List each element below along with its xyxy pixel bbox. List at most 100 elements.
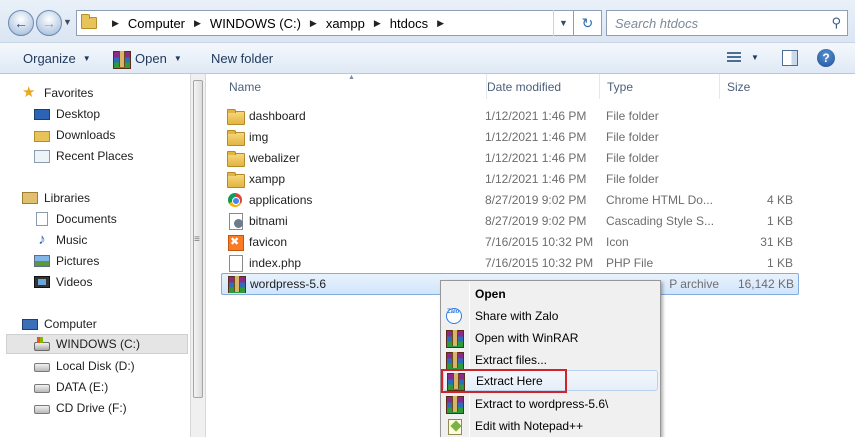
nav-computer[interactable]: Computer [22, 314, 182, 334]
file-type: Icon [606, 234, 629, 249]
nav-libraries[interactable]: Libraries [22, 188, 182, 208]
nav-item-windows-c[interactable]: WINDOWS (C:) [6, 334, 188, 354]
file-date: 7/16/2015 10:32 PM [485, 255, 594, 270]
cd-drive-icon [34, 405, 50, 414]
recent-places-icon [34, 149, 50, 163]
search-icon: ⚲ [831, 15, 841, 30]
hard-drive-icon [34, 384, 50, 393]
column-header-type[interactable]: Type [599, 74, 720, 99]
breadcrumb-computer[interactable]: Computer [128, 16, 185, 31]
menu-item-extract-to-folder[interactable]: Extract to wordpress-5.6\ [443, 393, 658, 414]
search-input[interactable]: Search htdocs ⚲ [606, 10, 848, 36]
view-options-chevron-icon[interactable]: ▼ [751, 53, 759, 62]
grip-icon: ≡ [194, 234, 200, 245]
address-history-dropdown[interactable]: ▼ [553, 10, 573, 36]
file-size [721, 106, 793, 125]
menu-label: Extract files... [475, 352, 548, 367]
nav-item-videos[interactable]: Videos [34, 272, 184, 292]
file-name-cell: img [227, 127, 477, 146]
file-row-applications[interactable]: applications 8/27/2019 9:02 PM Chrome HT… [221, 190, 799, 211]
file-size: 1 KB [766, 213, 793, 228]
nav-item-music[interactable]: ♪ Music [34, 230, 184, 250]
back-button[interactable]: ← [8, 10, 34, 36]
file-name-cell: favicon [227, 232, 477, 251]
folder-icon [227, 150, 245, 167]
file-date: 8/27/2019 9:02 PM [485, 192, 587, 207]
nav-item-cd-drive-f[interactable]: CD Drive (F:) [34, 398, 184, 418]
recent-pages-dropdown-icon[interactable]: ▼ [63, 17, 72, 27]
file-name: applications [249, 192, 313, 207]
command-bar: Organize ▼ Open ▼ New folder ▼ ? [0, 42, 855, 74]
winrar-icon [228, 275, 246, 293]
nav-item-recent-places[interactable]: Recent Places [34, 146, 184, 166]
open-button[interactable]: Open ▼ [113, 43, 182, 74]
breadcrumb-htdocs[interactable]: htdocs [390, 16, 428, 31]
file-name-cell: index.php [227, 253, 477, 272]
nav-item-desktop[interactable]: Desktop [34, 104, 184, 124]
refresh-button[interactable]: ↻ [574, 10, 602, 36]
change-view-icon[interactable] [727, 52, 741, 64]
file-row-favicon[interactable]: favicon 7/16/2015 10:32 PM Icon 31 KB [221, 232, 799, 253]
organize-button[interactable]: Organize ▼ [23, 43, 91, 74]
breadcrumb-windows-drive[interactable]: WINDOWS (C:) [210, 16, 301, 31]
menu-item-open[interactable]: Open [443, 283, 658, 304]
ico-file-icon [227, 234, 244, 251]
organize-label: Organize [23, 51, 76, 66]
column-header-size[interactable]: Size [719, 74, 799, 99]
videos-icon [34, 276, 50, 288]
forward-button[interactable]: → [36, 10, 62, 36]
navigation-pane: ★ Favorites Desktop Downloads Recent Plac… [0, 74, 190, 437]
help-icon[interactable]: ? [817, 49, 835, 67]
zalo-icon: Zalo [446, 307, 462, 324]
column-label: Size [727, 79, 751, 94]
menu-item-extract-files[interactable]: Extract files... [443, 349, 658, 370]
nav-label: Downloads [56, 128, 116, 142]
breadcrumb-chevron-icon[interactable]: ▶ [194, 18, 201, 29]
file-name: favicon [249, 234, 288, 249]
file-row-img[interactable]: img 1/12/2021 1:46 PM File folder [221, 127, 799, 148]
winrar-icon [446, 329, 464, 348]
navigation-scrollbar[interactable]: ≡ [190, 74, 206, 437]
nav-label: CD Drive (F:) [56, 401, 127, 415]
sort-ascending-icon: ▲ [348, 74, 355, 81]
new-folder-button[interactable]: New folder [211, 43, 273, 74]
chrome-icon [228, 193, 242, 207]
file-size: 1 KB [766, 255, 793, 270]
pictures-icon [34, 255, 50, 267]
breadcrumb-chevron-icon[interactable]: ▶ [437, 18, 444, 29]
file-row-webalizer[interactable]: webalizer 1/12/2021 1:46 PM File folder [221, 148, 799, 169]
menu-item-edit-with-notepad-plus-plus[interactable]: Edit with Notepad++ [443, 415, 658, 436]
file-row-bitnami[interactable]: bitnami 8/27/2019 9:02 PM Cascading Styl… [221, 211, 799, 232]
nav-label: Desktop [56, 107, 101, 121]
file-name: bitnami [249, 213, 288, 228]
nav-item-downloads[interactable]: Downloads [34, 125, 184, 145]
file-type: File folder [606, 108, 659, 123]
winrar-icon [446, 395, 464, 414]
nav-item-local-disk-d[interactable]: Local Disk (D:) [34, 356, 184, 376]
file-date: 1/12/2021 1:46 PM [485, 171, 587, 186]
preview-pane-icon[interactable] [782, 50, 798, 66]
file-size [721, 148, 793, 167]
nav-item-documents[interactable]: Documents [34, 209, 184, 229]
menu-item-share-with-zalo[interactable]: Zalo Share with Zalo [443, 305, 658, 326]
context-menu: Open Zalo Share with Zalo Open with WinRA… [440, 280, 661, 437]
nav-item-data-e[interactable]: DATA (E:) [34, 377, 184, 397]
file-row-index-php[interactable]: index.php 7/16/2015 10:32 PM PHP File 1 … [221, 253, 799, 274]
address-box[interactable]: ▶ Computer ▶ WINDOWS (C:) ▶ xampp ▶ htdocs ▶ [76, 10, 574, 36]
refresh-icon: ↻ [581, 14, 594, 31]
nav-favorites[interactable]: ★ Favorites [22, 83, 182, 103]
notepad-plus-plus-icon [446, 418, 462, 435]
file-row-dashboard[interactable]: dashboard 1/12/2021 1:46 PM File folder [221, 106, 799, 127]
breadcrumb-chevron-icon[interactable]: ▶ [374, 18, 381, 29]
breadcrumb-chevron-icon[interactable]: ▶ [112, 18, 119, 29]
file-row-xampp[interactable]: xampp 1/12/2021 1:46 PM File folder [221, 169, 799, 190]
breadcrumb-xampp[interactable]: xampp [326, 16, 365, 31]
winrar-icon [113, 50, 131, 69]
file-type: PHP File [606, 255, 654, 270]
column-header-date[interactable]: Date modified [479, 74, 600, 99]
breadcrumb-chevron-icon[interactable]: ▶ [310, 18, 317, 29]
menu-item-open-with-winrar[interactable]: Open with WinRAR [443, 327, 658, 348]
css-file-icon [227, 212, 243, 230]
file-name-cell: xampp [227, 169, 477, 188]
nav-item-pictures[interactable]: Pictures [34, 251, 184, 271]
